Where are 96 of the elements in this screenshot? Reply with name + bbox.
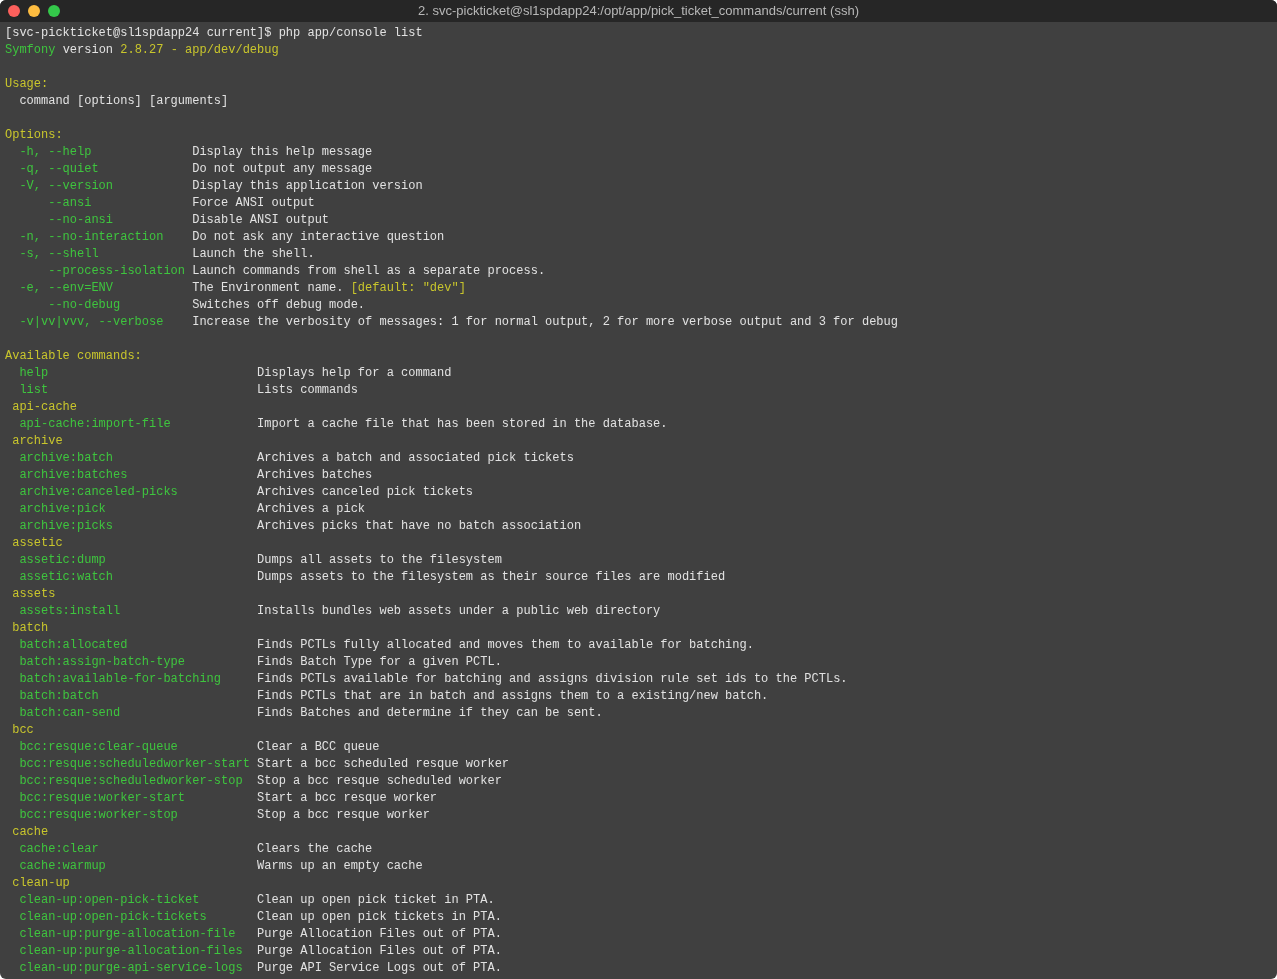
command-description: Warms up an empty cache xyxy=(257,858,423,875)
command-description: Installs bundles web assets under a public web directory xyxy=(257,603,661,620)
command-name: batch:allocated xyxy=(19,638,128,652)
section-heading: Available commands: xyxy=(5,349,142,363)
option-description: Display this application version xyxy=(192,178,423,195)
prompt-line: [svc-pickticket@sl1spdapp24 current]$ php app/console list xyxy=(5,26,423,40)
command-name: assetic:dump xyxy=(19,553,106,567)
command-name: help xyxy=(19,366,49,380)
command-name: cache:clear xyxy=(19,842,99,856)
option-description: Disable ANSI output xyxy=(192,212,330,229)
command-name: batch:can-send xyxy=(19,706,121,720)
namespace-heading: batch xyxy=(12,621,49,635)
command-description: Archives a pick xyxy=(257,501,366,518)
command-name: bcc:resque:worker-start xyxy=(19,791,186,805)
command-name: clean-up:purge-allocation-files xyxy=(19,944,243,958)
command-name: api-cache:import-file xyxy=(19,417,171,431)
namespace-heading: archive xyxy=(12,434,63,448)
command-name: batch:available-for-batching xyxy=(19,672,222,686)
namespace-heading: assetic xyxy=(12,536,63,550)
command-description: Archives picks that have no batch association xyxy=(257,518,582,535)
namespace-heading: api-cache xyxy=(12,400,77,414)
window-title: 2. svc-pickticket@sl1spdapp24:/opt/app/pick_ticket_commands/current (ssh) xyxy=(418,2,859,21)
command-name: archive:batch xyxy=(19,451,113,465)
command-name: assetic:watch xyxy=(19,570,113,584)
version-line: Symfony version 2.8.27 - app/dev/debug xyxy=(5,43,279,57)
option-description: Display this help message xyxy=(192,144,373,161)
command-name: clean-up:purge-api-service-logs xyxy=(19,961,243,975)
option-name: --no-debug xyxy=(48,298,121,312)
command-description: Stop a bcc resque worker xyxy=(257,807,430,824)
namespace-heading: bcc xyxy=(12,723,34,737)
command-description: Finds PCTLs available for batching and assigns division rule set ids to the PCTLs. xyxy=(257,671,848,688)
command-description: Purge Allocation Files out of PTA. xyxy=(257,943,502,960)
command-name: batch:batch xyxy=(19,689,99,703)
option-name: --ansi xyxy=(48,196,92,210)
command-name: archive:canceled-picks xyxy=(19,485,178,499)
command-name: clean-up:open-pick-ticket xyxy=(19,893,200,907)
option-description: The Environment name. [default: "dev"] xyxy=(192,280,466,297)
command-name: archive:picks xyxy=(19,519,113,533)
command-name: batch:assign-batch-type xyxy=(19,655,186,669)
option-name: -s, --shell xyxy=(19,247,99,261)
namespace-heading: assets xyxy=(12,587,56,601)
option-name: -e, --env=ENV xyxy=(19,281,113,295)
minimize-icon[interactable] xyxy=(28,5,40,17)
command-description: Clear a BCC queue xyxy=(257,739,380,756)
command-description: Dumps assets to the filesystem as their source files are modified xyxy=(257,569,726,586)
option-name: --process-isolation xyxy=(48,264,186,278)
maximize-icon[interactable] xyxy=(48,5,60,17)
namespace-heading: cache xyxy=(12,825,49,839)
command-description: Clean up open pick ticket in PTA. xyxy=(257,892,495,909)
command-name: assets:install xyxy=(19,604,121,618)
command-description: Displays help for a command xyxy=(257,365,452,382)
option-description: Increase the verbosity of messages: 1 for normal output, 2 for more verbose output and 3 for debug xyxy=(192,314,898,331)
option-name: -n, --no-interaction xyxy=(19,230,164,244)
command-name: bcc:resque:scheduledworker-start xyxy=(19,757,250,771)
command-description: Purge Allocation Files out of PTA. xyxy=(257,926,502,943)
command-name: bcc:resque:worker-stop xyxy=(19,808,178,822)
command-description: Finds Batch Type for a given PCTL. xyxy=(257,654,502,671)
command-name: list xyxy=(19,383,49,397)
option-name: -v|vv|vvv, --verbose xyxy=(19,315,164,329)
command-description: Archives a batch and associated pick tickets xyxy=(257,450,574,467)
option-description: Switches off debug mode. xyxy=(192,297,366,314)
command-name: cache:warmup xyxy=(19,859,106,873)
option-description: Do not output any message xyxy=(192,161,373,178)
command-description: Import a cache file that has been stored in the database. xyxy=(257,416,668,433)
command-description: Start a bcc scheduled resque worker xyxy=(257,756,510,773)
command-description: Clears the cache xyxy=(257,841,373,858)
option-name: -V, --version xyxy=(19,179,113,193)
option-description: Launch commands from shell as a separate process. xyxy=(192,263,546,280)
option-name: --no-ansi xyxy=(48,213,113,227)
command-description: Lists commands xyxy=(257,382,358,399)
usage-line: command [options] [arguments] xyxy=(19,94,229,108)
section-heading: Options: xyxy=(5,128,63,142)
command-name: archive:pick xyxy=(19,502,106,516)
command-description: Start a bcc resque worker xyxy=(257,790,438,807)
command-name: clean-up:open-pick-tickets xyxy=(19,910,207,924)
command-name: archive:batches xyxy=(19,468,128,482)
section-heading: Usage: xyxy=(5,77,49,91)
command-description: Finds PCTLs fully allocated and moves them to available for batching. xyxy=(257,637,754,654)
command-description: Archives batches xyxy=(257,467,373,484)
close-icon[interactable] xyxy=(8,5,20,17)
command-name: bcc:resque:scheduledworker-stop xyxy=(19,774,243,788)
command-description: Finds Batches and determine if they can be sent. xyxy=(257,705,603,722)
option-name: -h, --help xyxy=(19,145,92,159)
option-description: Launch the shell. xyxy=(192,246,315,263)
command-name: bcc:resque:clear-queue xyxy=(19,740,178,754)
command-description: Purge API Service Logs out of PTA. xyxy=(257,960,502,977)
option-description: Force ANSI output xyxy=(192,195,315,212)
option-name: -q, --quiet xyxy=(19,162,99,176)
namespace-heading: clean-up xyxy=(12,876,70,890)
option-description: Do not ask any interactive question xyxy=(192,229,445,246)
command-description: Finds PCTLs that are in batch and assigns them to a existing/new batch. xyxy=(257,688,769,705)
command-name: clean-up:purge-allocation-file xyxy=(19,927,236,941)
command-description: Dumps all assets to the filesystem xyxy=(257,552,502,569)
command-description: Clean up open pick tickets in PTA. xyxy=(257,909,502,926)
command-description: Stop a bcc resque scheduled worker xyxy=(257,773,502,790)
command-description: Archives canceled pick tickets xyxy=(257,484,474,501)
